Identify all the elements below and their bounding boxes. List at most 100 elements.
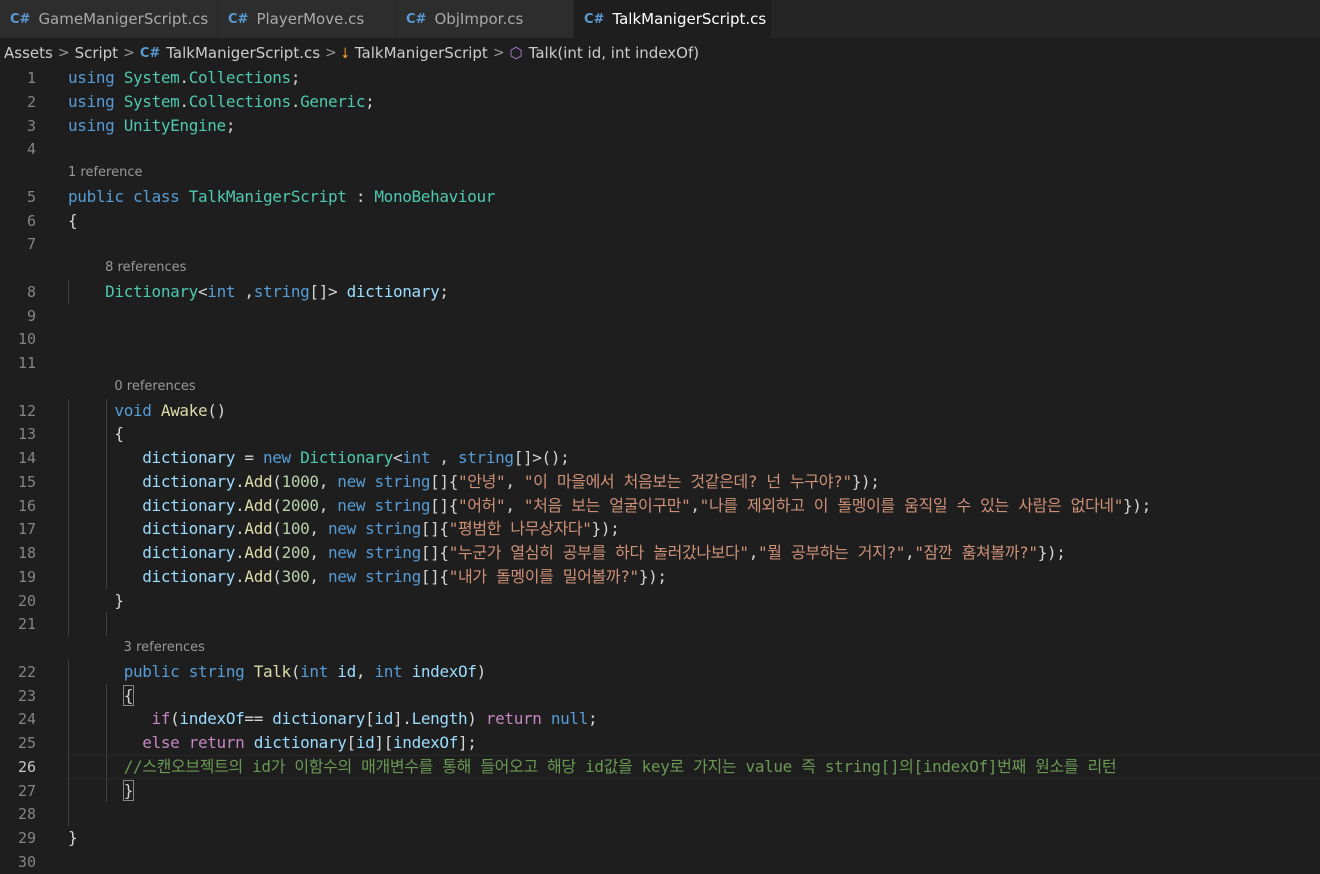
tab-objimpor-cs[interactable]: C# ObjImpor.cs	[396, 0, 574, 38]
code-line: 22 public string Talk(int id, int indexO…	[0, 660, 1320, 684]
code-token: UnityEngine	[123, 115, 226, 135]
code-line: 7	[0, 232, 1320, 256]
code-token: using	[68, 115, 115, 135]
breadcrumb-method-label: Talk(int id, int indexOf)	[528, 44, 700, 62]
code-line: 19 dictionary.Add(300, new string[]{"내가 …	[0, 565, 1320, 589]
csharp-file-icon: C#	[228, 11, 249, 27]
code-line: 15 dictionary.Add(1000, new string[]{"안녕…	[0, 470, 1320, 494]
line-code: {	[68, 684, 135, 708]
code-token: [	[365, 709, 375, 729]
code-line: 29}	[0, 826, 1320, 850]
line-code: void Awake()	[68, 399, 226, 423]
code-token: Add	[244, 471, 273, 491]
breadcrumb-file-label: TalkManigerScript.cs	[166, 44, 321, 62]
code-token: "처음 보는 얼굴이구만"	[523, 495, 691, 515]
line-number: 18	[17, 544, 36, 562]
line-code: {	[68, 209, 78, 233]
breadcrumb-class-label: TalkManigerScript	[354, 44, 488, 62]
tab-gamemanigerscript-cs[interactable]: C# GameManigerScript.cs	[0, 0, 218, 38]
code-token: using	[68, 68, 115, 87]
method-icon: ⬡	[509, 44, 523, 62]
line-code: dictionary.Add(300, new string[]{"내가 돌멩이…	[68, 565, 667, 589]
line-number: 11	[17, 354, 36, 372]
breadcrumb-script-folder[interactable]: Script	[75, 44, 119, 62]
code-line: 11	[0, 351, 1320, 375]
code-token: ;	[439, 281, 449, 301]
code-token: class	[133, 186, 180, 206]
code-token: ,	[355, 661, 375, 681]
line-number: 21	[17, 615, 36, 634]
code-token: id	[374, 709, 393, 729]
tab-playermove-cs[interactable]: C# PlayerMove.cs	[218, 0, 396, 38]
code-token: []{	[430, 471, 458, 491]
breadcrumb-file[interactable]: C# TalkManigerScript.cs	[140, 44, 320, 62]
breadcrumb-separator: >	[325, 45, 337, 61]
line-number: 22	[17, 662, 36, 681]
code-token: ()	[207, 400, 226, 420]
code-token: Dictionary	[300, 448, 393, 467]
code-line: 13 {	[0, 422, 1320, 446]
code-token: string	[457, 448, 514, 467]
code-line: 21	[0, 612, 1320, 636]
breadcrumb-assets[interactable]: Assets	[4, 44, 53, 62]
code-editor[interactable]: 1 using System.Collections; 2 using System.…	[0, 66, 1320, 871]
code-token: 100	[281, 519, 310, 539]
code-line: 30	[0, 850, 1320, 874]
code-token: .	[290, 91, 301, 111]
code-token: "안녕"	[458, 471, 506, 491]
code-line: 1 using System.Collections;	[0, 66, 1320, 90]
line-number: 2	[26, 92, 36, 111]
tab-label: GameManigerScript.cs	[38, 10, 209, 28]
code-token: ,	[505, 495, 524, 515]
line-number: 15	[17, 472, 36, 491]
line-code: using UnityEngine;	[68, 114, 236, 138]
line-code: {	[68, 422, 124, 446]
code-token: ,	[318, 471, 338, 491]
breadcrumb-method[interactable]: ⬡ Talk(int id, int indexOf)	[510, 44, 700, 62]
line-number: 10	[17, 330, 36, 349]
codelens-references[interactable]: 3 references	[124, 640, 205, 655]
code-token: "누군가 열심히 공부를 하다 놀러갔나보다"	[448, 543, 749, 562]
code-token: });	[638, 566, 667, 586]
code-token: return	[188, 733, 245, 752]
line-number: 28	[17, 805, 36, 824]
code-token: string	[253, 281, 310, 301]
line-code: else return dictionary[id][indexOf];	[68, 731, 477, 755]
code-line: 17 dictionary.Add(100, new string[]{"평범한…	[0, 517, 1320, 541]
tab-talkmanigerscript-cs[interactable]: C# TalkManigerScript.cs	[574, 0, 772, 38]
code-token: dictionary	[142, 519, 236, 539]
code-token: "어허"	[458, 495, 506, 515]
code-token: ,	[309, 543, 328, 562]
codelens-references[interactable]: 0 references	[114, 379, 195, 394]
code-token: void	[114, 400, 152, 420]
code-token: System	[123, 91, 180, 111]
line-number: 12	[17, 401, 36, 420]
codelens-references[interactable]: 1 reference	[68, 165, 142, 180]
breadcrumb-class[interactable]: ⭣ TalkManigerScript	[342, 44, 488, 62]
code-line: 28	[0, 802, 1320, 826]
line-number: 24	[17, 710, 36, 729]
tab-label: ObjImpor.cs	[434, 10, 524, 28]
code-token: });	[1037, 543, 1066, 562]
codelens-references[interactable]: 8 references	[105, 260, 186, 275]
code-token: <	[197, 281, 208, 301]
code-token: string	[365, 566, 421, 586]
editor-tab-bar: C# GameManigerScript.cs C# PlayerMove.cs C# O…	[0, 0, 1320, 38]
code-token: ;	[290, 68, 301, 87]
code-token: Talk	[253, 661, 291, 681]
code-token: 2000	[281, 495, 319, 515]
line-code: Dictionary<int ,string[]> dictionary;	[68, 280, 449, 304]
